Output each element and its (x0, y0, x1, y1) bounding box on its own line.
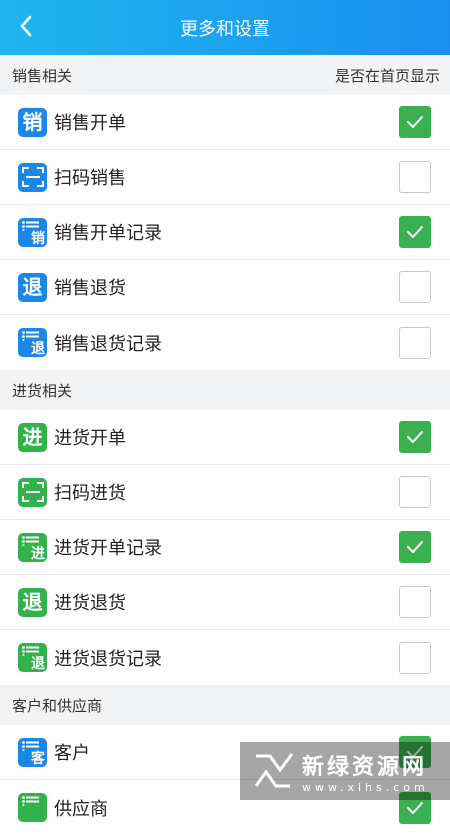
purchase-return-record-icon: 退 (18, 643, 47, 672)
settings-list: 销售相关是否在首页显示销销售开单扫码销售销销售开单记录退销售退货退销售退货记录进… (0, 55, 450, 835)
list-item[interactable]: 退进货退货记录 (0, 630, 450, 685)
sale-record-icon: 销 (18, 218, 47, 247)
section-header: 销售相关 是否在首页显示 (0, 55, 450, 95)
page-title: 更多和设置 (180, 15, 270, 41)
section-title: 销售相关 (12, 65, 72, 86)
list-item-label: 销售开单记录 (54, 219, 399, 245)
checkmark-icon (406, 115, 424, 129)
watermark-logo-icon (252, 750, 294, 792)
list-item-label: 进货开单记录 (54, 534, 399, 560)
list-item[interactable]: 扫码销售 (0, 150, 450, 205)
list-item[interactable]: 进进货开单记录 (0, 520, 450, 575)
show-on-home-checkbox[interactable] (399, 327, 431, 359)
list-item[interactable]: 退销售退货记录 (0, 315, 450, 370)
icon-glyph: 退 (23, 592, 43, 612)
checkmark-icon (406, 430, 424, 444)
show-on-home-checkbox[interactable] (399, 106, 431, 138)
list-item-label: 进货退货记录 (54, 645, 399, 671)
purchase-order-icon: 进 (18, 423, 47, 452)
section-title: 进货相关 (12, 380, 72, 401)
list-item-label: 进货退货 (54, 589, 399, 615)
checkmark-icon (406, 801, 424, 815)
show-on-home-checkbox[interactable] (399, 161, 431, 193)
show-on-home-checkbox[interactable] (399, 421, 431, 453)
section-items: 销销售开单扫码销售销销售开单记录退销售退货退销售退货记录 (0, 95, 450, 370)
chevron-left-icon (19, 15, 33, 37)
list-item[interactable]: 退进货退货 (0, 575, 450, 630)
icon-glyph: 进 (31, 547, 45, 561)
icon-glyph: 进 (23, 427, 43, 447)
list-item[interactable]: 退销售退货 (0, 260, 450, 315)
icon-glyph: 退 (31, 342, 45, 356)
purchase-return-icon: 退 (18, 588, 47, 617)
purchase-record-icon: 进 (18, 533, 47, 562)
back-button[interactable] (10, 10, 42, 42)
list-item[interactable]: 进进货开单 (0, 410, 450, 465)
icon-glyph: 退 (31, 657, 45, 671)
watermark-url: www.xlhs.com (302, 781, 429, 794)
show-on-home-checkbox[interactable] (399, 271, 431, 303)
show-on-home-checkbox[interactable] (399, 586, 431, 618)
list-item[interactable]: 销销售开单记录 (0, 205, 450, 260)
list-item-label: 进货开单 (54, 424, 399, 450)
checkmark-icon (406, 540, 424, 554)
show-on-home-checkbox[interactable] (399, 476, 431, 508)
icon-glyph: 销 (23, 112, 43, 132)
list-item[interactable]: 销销售开单 (0, 95, 450, 150)
show-on-home-label: 是否在首页显示 (335, 65, 440, 86)
show-on-home-checkbox[interactable] (399, 531, 431, 563)
watermark-text: 新绿资源网 (302, 749, 429, 781)
section-header: 客户和供应商 (0, 685, 450, 725)
supplier-icon (18, 793, 47, 822)
list-item[interactable]: 扫码进货 (0, 465, 450, 520)
scan-icon (18, 478, 47, 507)
list-item-label: 扫码销售 (54, 164, 399, 190)
icon-glyph: 退 (23, 277, 43, 297)
icon-glyph: 销 (31, 232, 45, 246)
list-item-label: 销售退货记录 (54, 330, 399, 356)
show-on-home-checkbox[interactable] (399, 216, 431, 248)
icon-glyph: 客 (31, 752, 45, 766)
watermark: 新绿资源网 www.xlhs.com (240, 742, 450, 800)
sale-order-icon: 销 (18, 108, 47, 137)
show-on-home-checkbox[interactable] (399, 642, 431, 674)
checkmark-icon (406, 225, 424, 239)
scan-icon (18, 163, 47, 192)
list-item-label: 销售退货 (54, 274, 399, 300)
section-header: 进货相关 (0, 370, 450, 410)
section-title: 客户和供应商 (12, 695, 102, 716)
list-item-label: 销售开单 (54, 109, 399, 135)
customer-icon: 客 (18, 738, 47, 767)
section-items: 进进货开单扫码进货进进货开单记录退进货退货退进货退货记录 (0, 410, 450, 685)
app-header: 更多和设置 (0, 0, 450, 55)
list-item-label: 扫码进货 (54, 479, 399, 505)
sale-return-record-icon: 退 (18, 328, 47, 357)
sale-return-icon: 退 (18, 273, 47, 302)
